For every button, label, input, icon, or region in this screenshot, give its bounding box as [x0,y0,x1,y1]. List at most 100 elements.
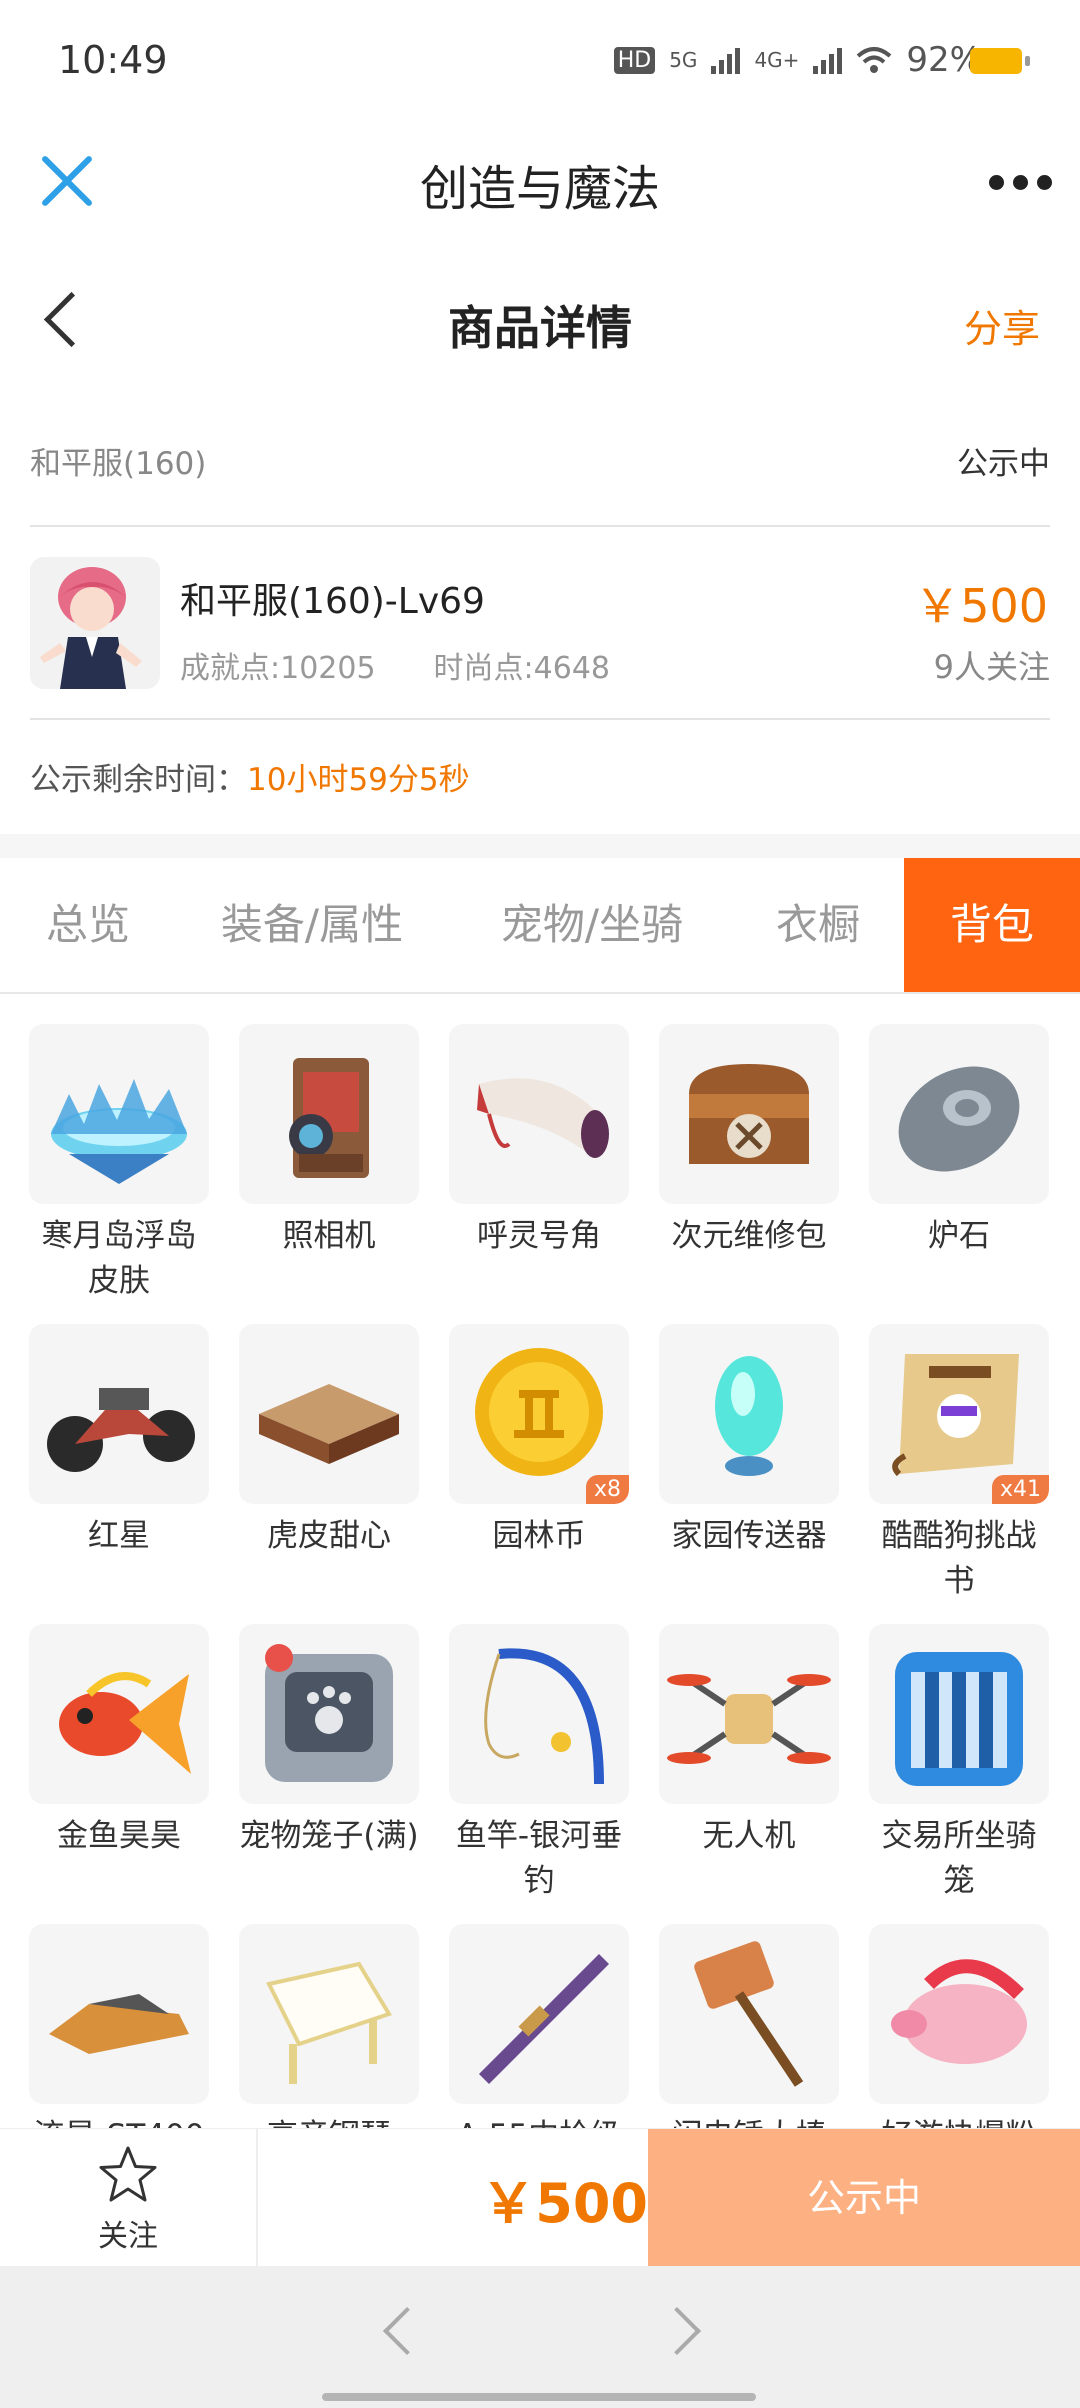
character-avatar [30,557,160,689]
tab-equipment[interactable]: 装备/属性 [190,858,434,992]
camera-icon [289,1058,369,1178]
item-tile [659,1024,839,1204]
item-name: 金鱼昊昊 [57,1818,181,1854]
item-cell[interactable]: 鱼竿-银河垂钓 [449,1624,629,1904]
item-tile [239,1324,419,1504]
item-cell[interactable]: 好游快爆粉 [869,1924,1049,2159]
page-title: 商品详情 [448,301,632,355]
item-name: 照相机 [282,1218,376,1254]
item-cell[interactable]: x41 酷酷狗挑战书 [869,1324,1049,1604]
star-icon [99,2146,157,2202]
item-cell[interactable]: 交易所坐骑笼 [869,1624,1049,1904]
battery-icon [970,48,1030,74]
divider [30,525,1050,527]
net2-label: 4G+ [754,48,800,72]
item-tile [29,1024,209,1204]
signal-icon [711,46,741,74]
item-cell[interactable]: 炉石 [869,1024,1049,1259]
item-tile [449,1624,629,1804]
hover-bike-icon [49,1994,189,2054]
cake-icon [259,1384,399,1464]
drone-icon [667,1674,831,1764]
product-price: ￥500 [914,579,1048,633]
item-tile [29,1324,209,1504]
item-cell[interactable]: 次元维修包 [659,1024,839,1259]
item-cell[interactable]: 照相机 [239,1024,419,1259]
pet-cage-icon [265,1644,393,1782]
item-name: 园林币 [492,1518,586,1554]
share-button[interactable]: 分享 [964,298,1040,353]
item-cell[interactable]: 寒月岛浮岛皮肤 [29,1024,209,1304]
app-title: 创造与魔法 [419,161,660,217]
item-cell[interactable]: 闪电锤大棒 [659,1924,839,2159]
divider [30,718,1050,720]
net1-label: 5G [669,48,698,72]
item-cell[interactable]: x8 园林币 [449,1324,629,1559]
item-tile [239,1024,419,1204]
browser-nav-bar [0,2266,1080,2408]
item-cell[interactable]: 宠物笼子(满) [239,1624,419,1859]
item-cell[interactable]: 虎皮甜心 [239,1324,419,1559]
top-bar: 创造与魔法 [0,125,1080,240]
signal2-icon [813,46,843,74]
item-count-badge: x41 [991,1475,1049,1504]
goldfish-icon [59,1672,191,1774]
item-tile [29,1924,209,2104]
item-cell[interactable]: 高音钢琴 [239,1924,419,2159]
item-cell[interactable]: 红星 [29,1324,209,1559]
remaining-time: 公示剩余时间：10小时59分5秒 [30,754,470,799]
item-tile [869,1624,1049,1804]
favorite-label: 关注 [98,2219,158,2254]
item-tile [659,1624,839,1804]
remaining-label: 公示剩余时间： [30,762,247,798]
item-tile [239,1624,419,1804]
tab-overview[interactable]: 总览 [0,858,176,992]
tab-bar: 总览 装备/属性 宠物/坐骑 衣橱 背包 [0,858,1080,994]
tab-backpack[interactable]: 背包 [904,858,1080,992]
item-name: 酷酷狗挑战书 [881,1518,1037,1599]
item-cell[interactable]: A-55中枪级 [449,1924,629,2159]
item-tile [449,1924,629,2104]
item-cell[interactable]: 家园传送器 [659,1324,839,1559]
motorcycle-icon [47,1388,195,1472]
item-name: 次元维修包 [671,1218,827,1254]
publicity-status: 公示中 [957,446,1050,482]
item-tile [659,1324,839,1504]
pig-icon [891,1959,1027,2064]
tab-pets-mounts[interactable]: 宠物/坐骑 [470,858,714,992]
item-tile [29,1624,209,1804]
fishing-rod-icon [484,1648,604,1785]
item-cell[interactable]: 金鱼昊昊 [29,1624,209,1859]
favorite-button[interactable]: 关注 [0,2129,258,2267]
nav-back-icon[interactable] [382,2306,432,2356]
tab-wardrobe[interactable]: 衣橱 [740,858,896,992]
product-name: 和平服(160)-Lv69 [180,581,485,622]
item-name: 寒月岛浮岛皮肤 [41,1218,197,1299]
bottom-price: ￥500 [481,2172,648,2235]
item-cell[interactable]: 流星-ST400 [29,1924,209,2159]
item-cell[interactable]: 无人机 [659,1624,839,1859]
status-time: 10:49 [58,38,168,82]
piano-icon [266,1961,392,2084]
action-bar: 关注 ￥500 公示中 [0,2128,1080,2267]
item-name: 鱼竿-银河垂钓 [455,1818,623,1899]
wifi-icon [857,47,892,73]
item-tile [239,1924,419,2104]
item-name: 无人机 [702,1818,796,1854]
floating-island-icon [51,1079,187,1184]
page-header: 商品详情 分享 [0,270,1080,380]
home-indicator[interactable] [322,2393,756,2401]
item-name: 红星 [88,1518,150,1554]
item-name: 虎皮甜心 [267,1518,391,1554]
item-name: 交易所坐骑笼 [881,1818,1037,1899]
item-cell[interactable]: 呼灵号角 [449,1024,629,1259]
item-tile [869,1024,1049,1204]
item-tile: x41 [869,1324,1049,1504]
publicity-button[interactable]: 公示中 [648,2129,1080,2267]
nav-forward-icon[interactable] [652,2306,702,2356]
item-name: 家园传送器 [671,1518,827,1554]
item-name: 宠物笼子(满) [239,1818,419,1854]
more-icon[interactable] [989,175,1052,190]
item-tile: x8 [449,1324,629,1504]
item-tile [869,1924,1049,2104]
